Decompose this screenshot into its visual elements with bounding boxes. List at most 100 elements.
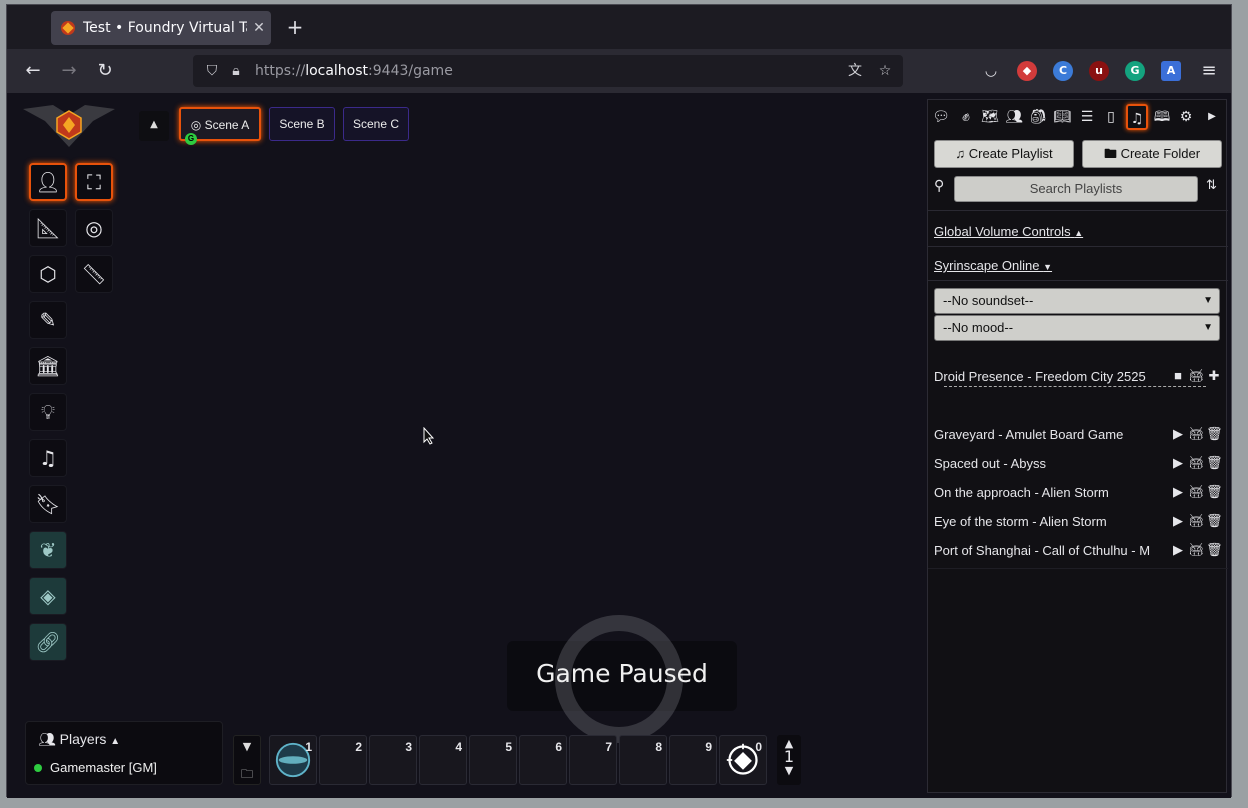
extension-icon[interactable]: ◆ [1017,61,1037,81]
ublock-icon[interactable]: u [1089,61,1109,81]
create-folder-button[interactable]: 🖿 Create Folder [1082,140,1222,168]
scene-tab-b[interactable]: Scene B [269,107,335,141]
shield-icon[interactable]: ⛉ [201,60,223,82]
macro-slot[interactable]: 3 [369,735,417,785]
pocket-icon[interactable]: ◡ [979,59,1003,83]
foundry-logo[interactable] [23,103,115,149]
items-tab-icon[interactable]: 🎒︎ [1027,104,1049,130]
macro-slot[interactable]: 1 [269,735,317,785]
settings-tab-icon[interactable]: ⚙︎ [1175,104,1197,130]
trash-icon[interactable]: 🗑︎ [1206,513,1223,531]
playlist-item[interactable]: Port of Shanghai - Call of Cthulhu - M ▶… [934,540,1224,562]
collapse-sidebar-icon[interactable]: ▶ [1201,104,1223,130]
drum-icon[interactable]: 🥁︎ [1188,542,1205,560]
stop-icon[interactable]: ■ [1170,368,1186,386]
global-volume-toggle[interactable]: Global Volume Controls ▲ [934,224,1083,239]
player-row[interactable]: Gamemaster [GM] [34,760,157,775]
macro-slot[interactable]: 8 [619,735,667,785]
combat-tab-icon[interactable]: ✊︎ [955,104,977,130]
game-viewport[interactable]: ▲ ◎ Scene A G Scene B Scene C 👤︎ ⛶ 📐︎ ◎ … [7,93,1231,798]
drum-icon[interactable]: 🥁︎ [1188,513,1205,531]
module-controls-button[interactable]: ◈ [29,577,67,615]
macro-slot[interactable]: 7 [569,735,617,785]
walls-controls-button[interactable]: 🏛︎ [29,347,67,385]
back-arrow-icon[interactable]: ← [21,59,45,83]
players-panel[interactable]: 👥︎ Players ▲ Gamemaster [GM] [25,721,223,785]
translate-extension-icon[interactable]: A [1161,61,1181,81]
close-icon[interactable]: ✕ [247,20,271,36]
token-controls-button[interactable]: 👤︎ [29,163,67,201]
module-controls-button[interactable]: ❦ [29,531,67,569]
sort-icon[interactable]: ⇅ [1206,178,1217,193]
drawing-controls-button[interactable]: ✎ [29,301,67,339]
play-icon[interactable]: ▶ [1170,513,1186,531]
search-input[interactable]: Search Playlists [954,176,1198,202]
macro-slot[interactable]: 2 [319,735,367,785]
new-tab-button[interactable]: + [283,15,307,41]
tiles-controls-button[interactable]: ⬡ [29,255,67,293]
scene-tab-a[interactable]: ◎ Scene A G [179,107,261,145]
soundset-select[interactable]: --No soundset-- ▼ [934,288,1220,314]
bookmark-star-icon[interactable]: ☆ [873,59,897,83]
trash-icon[interactable]: 🗑︎ [1206,426,1223,444]
play-icon[interactable]: ▶ [1170,426,1186,444]
play-icon[interactable]: ▶ [1170,455,1186,473]
target-tool-button[interactable]: ◎ [75,209,113,247]
drum-icon[interactable]: 🥁︎ [1188,368,1205,386]
mood-select[interactable]: --No mood-- ▼ [934,315,1220,341]
drum-icon[interactable]: 🥁︎ [1188,484,1205,502]
url-text[interactable]: https://localhost:9443/game [255,63,843,79]
trash-icon[interactable]: 🗑︎ [1206,542,1223,560]
playlist-item[interactable]: Spaced out - Abyss ▶ 🥁︎ 🗑︎ [934,453,1224,475]
play-icon[interactable]: ▶ [1170,542,1186,560]
playlists-tab-icon[interactable]: ♫ [1126,104,1148,130]
chat-tab-icon[interactable]: 💬︎ [930,104,952,130]
playlist-item[interactable]: On the approach - Alien Storm ▶ 🥁︎ 🗑︎ [934,482,1224,504]
extension-icon[interactable]: C [1053,61,1073,81]
trash-icon[interactable]: 🗑︎ [1206,484,1223,502]
select-tool-button[interactable]: ⛶ [75,163,113,201]
macro-slot[interactable]: 9 [669,735,717,785]
playlist-item[interactable]: Eye of the storm - Alien Storm ▶ 🥁︎ 🗑︎ [934,511,1224,533]
macro-slot[interactable]: 5 [469,735,517,785]
plus-icon[interactable]: ✚ [1206,368,1222,386]
lock-icon[interactable]: 🔒︎ [225,60,247,82]
trash-icon[interactable]: 🗑︎ [1206,455,1223,473]
ruler-tool-button[interactable]: 📏︎ [75,255,113,293]
scene-nav-toggle[interactable]: ▲ [139,111,169,141]
macro-slot[interactable]: 6 [519,735,567,785]
tables-tab-icon[interactable]: ☰ [1076,104,1098,130]
syrinscape-toggle[interactable]: Syrinscape Online ▼ [934,258,1052,273]
forward-arrow-icon[interactable]: → [57,59,81,83]
reload-icon[interactable]: ↻ [93,59,117,83]
menu-icon[interactable]: ≡ [1197,59,1221,83]
journal-tab-icon[interactable]: 📖︎ [1051,104,1073,130]
macro-slot[interactable]: 0 [719,735,767,785]
drum-icon[interactable]: 🥁︎ [1188,455,1205,473]
playlist-item[interactable]: Graveyard - Amulet Board Game ▶ 🥁︎ 🗑︎ [934,424,1224,446]
cards-tab-icon[interactable]: ▯ [1100,104,1122,130]
notes-controls-button[interactable]: 🔖︎ [29,485,67,523]
grammarly-icon[interactable]: G [1125,61,1145,81]
lighting-controls-button[interactable]: 💡︎ [29,393,67,431]
url-bar[interactable]: ⛉ 🔒︎ https://localhost:9443/game 文 ☆ [193,55,903,87]
macro-slot[interactable]: 4 [419,735,467,785]
compendium-tab-icon[interactable]: 🕮︎ [1151,104,1173,130]
hotbar-controls[interactable]: ▼ 🗀 [233,735,261,785]
browser-tab[interactable]: Test • Foundry Virtual Tab ✕ [51,11,271,45]
caret-down-icon[interactable]: ▼ [234,740,260,753]
scene-tab-c[interactable]: Scene C [343,107,409,141]
module-controls-button[interactable]: 🔗︎ [29,623,67,661]
hotbar-page-control[interactable]: ▲ 1 ▼ [777,735,801,785]
measure-controls-button[interactable]: 📐︎ [29,209,67,247]
now-playing-item[interactable]: Droid Presence - Freedom City 2525 ■ 🥁︎ … [934,366,1224,388]
players-header[interactable]: 👥︎ Players ▲ [38,731,120,748]
translate-icon[interactable]: 文 [843,59,867,83]
chevron-down-icon[interactable]: ▼ [777,764,801,777]
actors-tab-icon[interactable]: 👥︎ [1003,104,1025,130]
folder-icon[interactable]: 🗀 [234,765,260,786]
sound-controls-button[interactable]: ♫ [29,439,67,477]
play-icon[interactable]: ▶ [1170,484,1186,502]
drum-icon[interactable]: 🥁︎ [1188,426,1205,444]
scenes-tab-icon[interactable]: 🗺︎ [979,104,1001,130]
